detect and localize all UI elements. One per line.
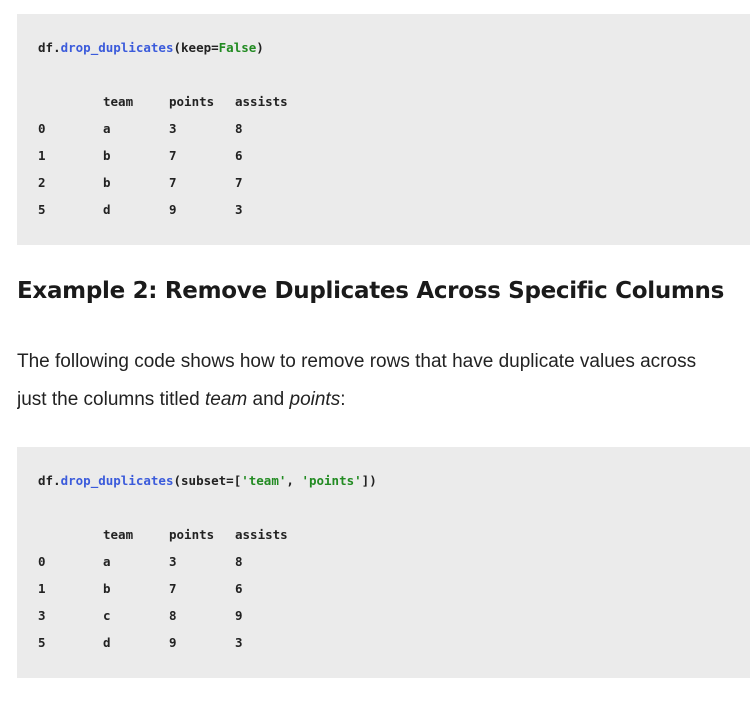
row-index: 1: [38, 581, 46, 596]
cell-assists: 9: [235, 608, 243, 623]
row-index: 2: [38, 175, 46, 190]
column-header-assists: assists: [235, 94, 288, 109]
cell-team: c: [103, 608, 111, 623]
cell-team: a: [103, 554, 111, 569]
column-header-points: points: [169, 527, 215, 542]
code-block-subset: df.drop_duplicates(subset=['team', 'poin…: [17, 447, 750, 678]
section-heading: Example 2: Remove Duplicates Across Spec…: [17, 278, 725, 304]
text: just the columns titled: [17, 389, 205, 410]
cell-team: d: [103, 635, 111, 650]
emphasis-team: team: [204, 389, 248, 410]
row-index: 5: [38, 635, 46, 650]
cell-team: a: [103, 121, 111, 136]
code-block-keep-false: df.drop_duplicates(keep=False) team point…: [17, 14, 750, 245]
row-index: 1: [38, 148, 46, 163]
cell-team: d: [103, 202, 111, 217]
output-table: team points assists 0 a 3 8 1 b 7 6 3 c 8 9 5 d 9 3: [17, 447, 750, 678]
output-table: team points assists 0 a 3 8 1 b 7 6 2 b 7 7 5 d 9 3: [17, 14, 750, 245]
row-index: 0: [38, 554, 46, 569]
row-index: 3: [38, 608, 46, 623]
cell-team: b: [103, 175, 111, 190]
row-index: 5: [38, 202, 46, 217]
cell-assists: 8: [235, 554, 243, 569]
cell-points: 9: [169, 635, 177, 650]
text: :: [340, 389, 346, 410]
cell-points: 7: [169, 148, 177, 163]
cell-assists: 7: [235, 175, 243, 190]
cell-points: 3: [169, 554, 177, 569]
row-index: 0: [38, 121, 46, 136]
column-header-points: points: [169, 94, 215, 109]
emphasis-points: points: [289, 389, 341, 410]
cell-team: b: [103, 148, 111, 163]
cell-points: 7: [169, 581, 177, 596]
text: and: [247, 389, 290, 410]
column-header-assists: assists: [235, 527, 288, 542]
column-header-team: team: [103, 527, 134, 542]
paragraph-line-2: just the columns titled team and points:: [17, 381, 750, 419]
cell-assists: 3: [235, 202, 243, 217]
cell-points: 8: [169, 608, 177, 623]
cell-points: 7: [169, 175, 177, 190]
cell-assists: 3: [235, 635, 243, 650]
cell-points: 9: [169, 202, 177, 217]
cell-assists: 6: [235, 581, 243, 596]
paragraph: The following code shows how to remove r…: [17, 343, 750, 419]
cell-team: b: [103, 581, 111, 596]
cell-assists: 6: [235, 148, 243, 163]
paragraph-line-1: The following code shows how to remove r…: [17, 351, 697, 372]
cell-assists: 8: [235, 121, 243, 136]
column-header-team: team: [103, 94, 134, 109]
cell-points: 3: [169, 121, 177, 136]
